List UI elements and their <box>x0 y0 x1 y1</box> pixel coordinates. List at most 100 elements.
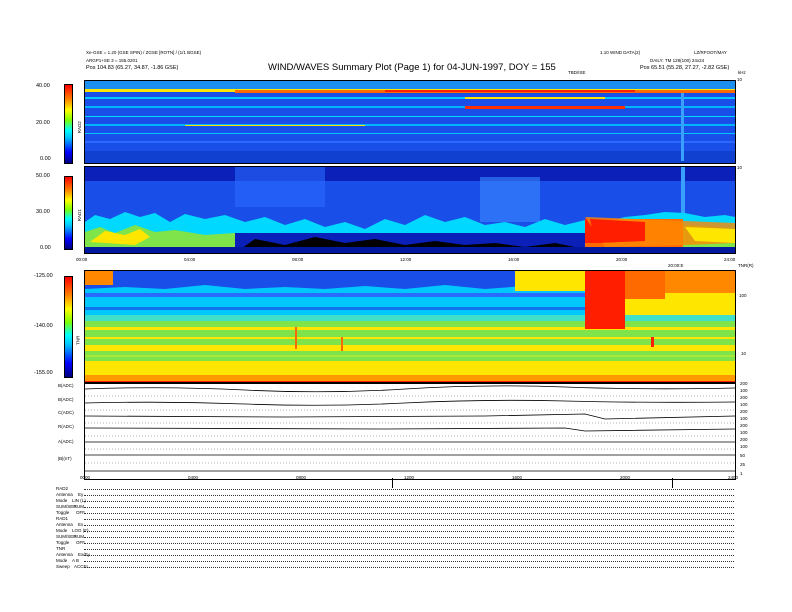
trace-right-tick: 100 <box>740 388 748 393</box>
footer-divider <box>84 513 734 514</box>
footer-divider <box>84 525 734 526</box>
tbd-label: TBD/ISE <box>568 70 586 75</box>
footer-divider <box>84 519 734 520</box>
trace-right-tick: 100 <box>740 416 748 421</box>
footer-label: Toggle <box>56 510 70 515</box>
trace-right-tick: 100 <box>740 402 748 407</box>
trace-label: R(ADC) <box>58 424 74 429</box>
rad2-right-tick: 10 <box>737 77 743 82</box>
time-tick: 24:00 <box>724 257 736 262</box>
tnr-right-tick: 10 <box>741 351 747 356</box>
footer-label: Antenna <box>56 522 73 527</box>
header-right-line1: LZ/RFOOT/MAY <box>694 50 727 55</box>
footer-label: RAD1 <box>56 516 69 521</box>
tnr-colorbar <box>64 276 73 378</box>
trace-label: C(ADC) <box>58 410 74 415</box>
rad1-cbar-tick: 30.00 <box>36 209 50 215</box>
header-left-line1: Xe-GSE = 1.20 (GSE SPIN) / ZGSE [ROTN] /… <box>86 50 202 55</box>
header-right-pos: Pos 65.51 (55.28, 27.27, -2.82 GSE) <box>640 65 730 71</box>
footer-label: RAD2 <box>56 486 69 491</box>
tnr-cbar-tick: -155.00 <box>34 370 53 376</box>
footer-value: SUM <box>74 534 84 539</box>
footer-label: Mode <box>56 558 68 563</box>
time-tick: 04:00 <box>184 257 196 262</box>
trace-right-tick: 100 <box>740 444 748 449</box>
tnr-cbar-tick: -125.00 <box>34 273 53 279</box>
footer-value: A B <box>72 558 80 563</box>
tnr-spectrogram <box>84 270 736 384</box>
khz-label: kHz <box>738 70 746 75</box>
tnr-right-label: TNR(R) <box>738 263 754 268</box>
page-title: WIND/WAVES Summary Plot (Page 1) for 04-… <box>268 62 556 73</box>
time-tick-bottom: 0800 <box>296 475 307 480</box>
rad2-cbar-tick: 40.00 <box>36 83 50 89</box>
footer-divider <box>84 555 734 556</box>
time-tick-bottom: 1200 <box>404 475 415 480</box>
tnr-right-tick: 100 <box>739 293 747 298</box>
time-tick: 16:00 <box>508 257 520 262</box>
trace-right-tick: 200 <box>740 437 748 442</box>
footer-divider <box>84 501 734 502</box>
time-tick-bottom: 2400 <box>728 475 739 480</box>
rad2-cbar-tick: 20.00 <box>36 120 50 126</box>
rad1-axis-label: RAD1 <box>76 209 82 222</box>
trace-label: |B|(nT) <box>58 456 72 461</box>
time-tick: 12:00 <box>400 257 412 262</box>
footer-divider <box>84 561 734 562</box>
header-left-pos: Pos 104.83 (65.27, 34.87, -1.86 GSE) <box>86 65 179 71</box>
footer-divider <box>84 507 734 508</box>
rad1-cbar-tick: 50.00 <box>36 173 50 179</box>
footer-value: Ey <box>78 492 84 497</box>
time-tick-bottom: 1600 <box>512 475 523 480</box>
trace-right-tick: 50 <box>740 453 746 458</box>
time-tick-bottom: 0000 <box>80 475 91 480</box>
rad1-colorbar <box>64 176 73 250</box>
time-tick-bottom: 0400 <box>188 475 199 480</box>
footer-value: SUM <box>74 504 84 509</box>
trace-panel <box>84 382 736 480</box>
rad1-right-tick: 10 <box>737 165 743 170</box>
footer-label: Antenna <box>56 492 73 497</box>
header-right-version: 1.10 WIND DATA(2) <box>600 50 641 55</box>
footer-label: Mode <box>56 528 68 533</box>
trace-label: A(ADC) <box>58 439 74 444</box>
footer-label: Toggle <box>56 540 70 545</box>
time-tick-bottom: 2000 <box>620 475 631 480</box>
trace-right-tick: 1 <box>740 471 743 476</box>
trace-right-tick: 25 <box>740 462 746 467</box>
footer-label: Antenna <box>56 552 73 557</box>
footer-label: TNR <box>56 546 66 551</box>
time-mark-20: 20:00:E <box>668 263 684 268</box>
trace-label: B(ADC) <box>58 397 74 402</box>
footer-divider <box>84 567 734 568</box>
tnr-cbar-tick: -140.00 <box>34 323 53 329</box>
rad2-spectrogram <box>84 80 736 164</box>
footer-label: Mode <box>56 498 68 503</box>
footer-label: Sweep <box>56 564 70 569</box>
hour20-marker <box>672 478 673 488</box>
rad1-spectrogram <box>84 166 736 254</box>
footer-divider <box>84 489 734 490</box>
trace-right-tick: 200 <box>740 395 748 400</box>
footer-divider <box>84 531 734 532</box>
time-tick: 20:00 <box>616 257 628 262</box>
rad1-cbar-tick: 0.00 <box>40 245 51 251</box>
trace-label: B(ADC) <box>58 383 74 388</box>
time-tick: 08:00 <box>292 257 304 262</box>
midday-marker <box>392 478 393 488</box>
trace-right-tick: 200 <box>740 381 748 386</box>
footer-divider <box>84 537 734 538</box>
tnr-axis-label: TNR <box>75 335 81 345</box>
footer-divider <box>84 549 734 550</box>
time-tick: 00:00 <box>76 257 88 262</box>
header-left-line2: ARGP1+SE 3 = 155.0201 <box>86 58 138 63</box>
footer-value: Ex <box>78 522 84 527</box>
rad2-axis-label: RAD2 <box>76 121 82 134</box>
trace-right-tick: 200 <box>740 423 748 428</box>
trace-right-tick: 200 <box>740 409 748 414</box>
footer-divider <box>84 543 734 544</box>
rad2-colorbar <box>64 84 73 164</box>
summary-plot-page: { "header": { "title": "WIND/WAVES Summa… <box>0 0 792 612</box>
trace-right-tick: 100 <box>740 430 748 435</box>
footer-divider <box>84 495 734 496</box>
